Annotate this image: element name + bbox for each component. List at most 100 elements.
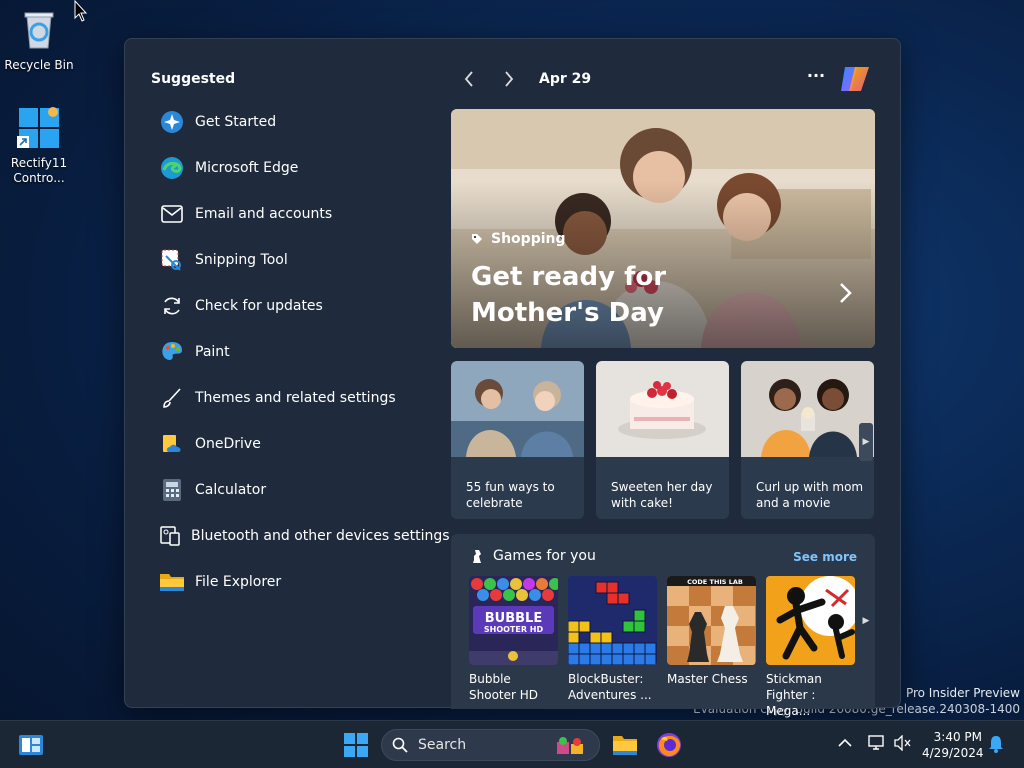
search-highlight-icon [557, 737, 583, 754]
calculator-icon [159, 477, 185, 503]
story-card-title: Sweeten her day with cake! [611, 480, 713, 510]
desktop-icon-rectify11[interactable]: Rectify11 Contro... [1, 106, 77, 186]
game-thumbnail: BUBBLE SHOOTER HD [469, 576, 558, 665]
hero-next-button[interactable] [839, 281, 853, 311]
volume-muted-icon [894, 734, 911, 752]
chevron-right-icon [840, 283, 852, 303]
story-card[interactable]: 55 fun ways to celebrate [451, 361, 584, 519]
chevron-left-icon [464, 71, 473, 87]
hero-headline: Get ready for Mother's Day [471, 262, 667, 328]
game-thumbnail [568, 576, 657, 665]
suggested-item-label: File Explorer [195, 574, 282, 590]
story-card-title: 55 fun ways to celebrate [466, 480, 555, 510]
taskbar-search-box[interactable]: Search [381, 729, 600, 761]
tag-icon [472, 234, 482, 244]
master-chess-image: CODE THIS LAB [667, 576, 756, 665]
game-title: Stickman Fighter : Mega... [766, 672, 822, 718]
master-chess-logo: CODE THIS LAB [687, 578, 743, 586]
start-button[interactable] [344, 733, 368, 757]
next-day-button[interactable] [497, 67, 521, 91]
windows-logo-icon [344, 733, 368, 757]
suggested-item-get-started[interactable]: Get Started [159, 99, 449, 145]
suggested-item-label: Paint [195, 344, 230, 360]
game-title: Bubble Shooter HD [469, 672, 539, 702]
see-more-link[interactable]: See more [793, 550, 857, 564]
suggested-item-paint[interactable]: Paint [159, 329, 449, 375]
copilot-button[interactable] [839, 63, 871, 95]
folder-icon [613, 736, 637, 755]
game-title: BlockBuster: Adventures ... [568, 672, 652, 702]
paint-icon [159, 339, 185, 365]
search-icon [392, 737, 408, 753]
suggested-item-onedrive[interactable]: OneDrive [159, 421, 449, 467]
previous-day-button[interactable] [457, 67, 481, 91]
widgets-panel: Suggested Get Started Microsoft Edge Ema… [124, 38, 901, 718]
suggested-title: Suggested [151, 71, 236, 87]
suggested-item-check-updates[interactable]: Check for updates [159, 283, 449, 329]
volume-button[interactable] [894, 734, 912, 754]
suggested-item-label: Microsoft Edge [195, 160, 299, 176]
suggested-item-snipping-tool[interactable]: Snipping Tool [159, 237, 449, 283]
bubble-shooter-logo-line1: BUBBLE [485, 611, 542, 626]
more-options-button[interactable]: ··· [805, 67, 827, 89]
hero-category-label: Shopping [491, 231, 566, 247]
widgets-button[interactable] [18, 733, 44, 757]
suggested-item-label: Get Started [195, 114, 277, 130]
blockbuster-image [568, 576, 657, 665]
story-card-title: Curl up with mom and a movie [756, 480, 864, 510]
games-title: Games for you [493, 548, 596, 564]
story-card[interactable]: Sweeten her day with cake! [596, 361, 729, 519]
desktop-icon-recycle-bin[interactable]: Recycle Bin [1, 8, 77, 72]
games-header: Games for you [469, 548, 596, 564]
game-title: Master Chess [667, 672, 748, 686]
stickman-fighter-image [766, 576, 855, 665]
suggested-item-themes[interactable]: Themes and related settings [159, 375, 449, 421]
cards-scroll-right-button[interactable]: ▶ [859, 423, 873, 461]
desktop-icon-label: Rectify11 Contro... [10, 156, 68, 185]
suggested-item-calculator[interactable]: Calculator [159, 467, 449, 513]
suggested-item-email[interactable]: Email and accounts [159, 191, 449, 237]
story-card-image [596, 361, 729, 457]
onedrive-icon [159, 431, 185, 457]
suggested-item-file-explorer[interactable]: File Explorer [159, 559, 449, 605]
bubble-shooter-logo-line2: SHOOTER HD [484, 625, 544, 634]
show-hidden-icons-button[interactable] [838, 737, 852, 751]
copilot-icon [841, 67, 869, 91]
game-tile[interactable]: CODE THIS LAB Master Chess [667, 576, 756, 719]
suggested-item-label: Bluetooth and other devices settings [191, 528, 450, 544]
games-row: BUBBLE SHOOTER HD Bubble Shooter HD Bloc… [469, 576, 855, 719]
devices-icon [159, 523, 181, 549]
firefox-icon [657, 733, 681, 757]
suggested-list: Get Started Microsoft Edge Email and acc… [159, 99, 450, 605]
hero-category: Shopping [471, 231, 566, 247]
game-thumbnail: CODE THIS LAB [667, 576, 756, 665]
game-tile[interactable]: BUBBLE SHOOTER HD Bubble Shooter HD [469, 576, 558, 719]
game-tile[interactable]: BlockBuster: Adventures ... [568, 576, 657, 719]
story-card[interactable]: Curl up with mom and a movie [741, 361, 874, 519]
suggested-item-edge[interactable]: Microsoft Edge [159, 145, 449, 191]
suggested-item-bluetooth[interactable]: Bluetooth and other devices settings [159, 513, 450, 559]
feed-navigation: Apr 29 [457, 67, 591, 91]
story-card-image [741, 361, 874, 457]
triangle-right-icon: ▶ [862, 437, 870, 447]
taskbar-file-explorer-button[interactable] [611, 731, 639, 759]
games-scroll-right-button[interactable]: ▶ [859, 602, 873, 640]
suggested-item-label: OneDrive [195, 436, 261, 452]
clock-time: 3:40 PM [933, 730, 982, 744]
hero-story-card[interactable]: Shopping Get ready for Mother's Day [451, 109, 875, 348]
taskbar: Search 3:40 PM 4/29/2024 [0, 720, 1024, 768]
story-cards-row: 55 fun ways to celebrate Sweeten her day… [451, 361, 874, 519]
chevron-up-icon [838, 738, 852, 747]
rectify11-icon [17, 106, 61, 150]
bubble-shooter-image: BUBBLE SHOOTER HD [469, 576, 558, 665]
notifications-button[interactable] [988, 735, 1004, 756]
taskbar-firefox-button[interactable] [655, 731, 683, 759]
game-tile[interactable]: Stickman Fighter : Mega... [766, 576, 855, 719]
chevron-right-icon [505, 71, 514, 87]
network-status-button[interactable] [868, 735, 886, 754]
search-placeholder: Search [418, 737, 467, 753]
folder-icon [159, 569, 185, 595]
suggested-item-label: Check for updates [195, 298, 323, 314]
game-thumbnail [766, 576, 855, 665]
taskbar-clock[interactable]: 3:40 PM 4/29/2024 [922, 729, 984, 761]
